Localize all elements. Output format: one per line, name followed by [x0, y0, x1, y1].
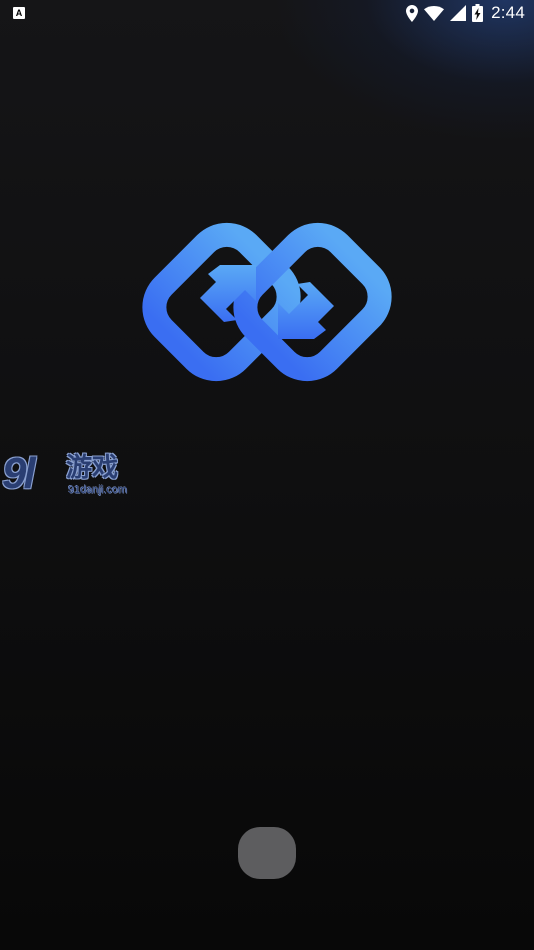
linked-rings-sync-arrows-icon	[142, 222, 392, 382]
battery-charging-icon	[472, 4, 484, 22]
wifi-icon	[424, 5, 445, 21]
font-a-icon: A	[13, 7, 25, 19]
watermark: 9l 游戏 91danji.com	[2, 448, 136, 504]
watermark-url: 91danji.com	[68, 484, 128, 496]
watermark-digits: 9l	[2, 449, 36, 498]
watermark-chinese: 游戏	[66, 452, 119, 482]
splash-screen: A 2:44 9l 游戏 91danji.com	[0, 0, 534, 950]
home-button[interactable]	[238, 827, 296, 879]
status-time: 2:44	[491, 3, 525, 22]
status-bar: A 2:44	[0, 0, 534, 27]
status-icons: 2:44	[406, 3, 525, 23]
signal-icon	[450, 5, 467, 21]
location-icon	[406, 4, 419, 22]
